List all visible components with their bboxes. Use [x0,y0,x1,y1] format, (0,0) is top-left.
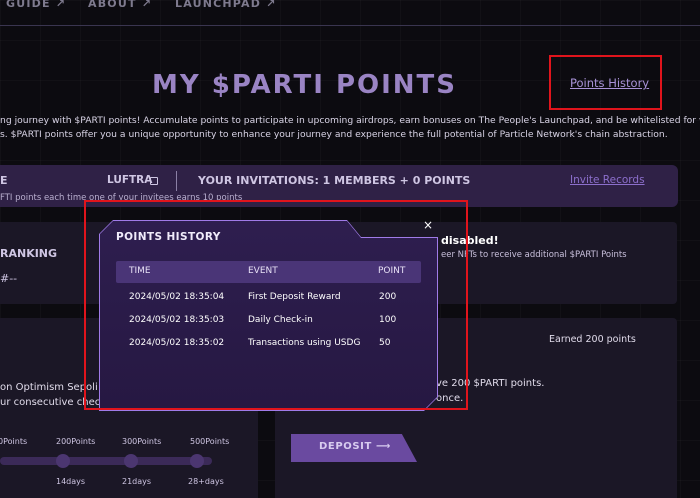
milestone-days: 21days [122,477,152,486]
invite-code: LUFTRA [107,174,153,186]
highlight-box-modal [84,200,468,410]
checkin-progress-track [0,457,212,465]
page-title: MY $PARTI POINTS [152,70,457,100]
intro-line-1: ng journey with $PARTI points! Accumulat… [0,115,700,126]
copy-icon[interactable] [150,177,158,185]
invitations-summary: YOUR INVITATIONS: 1 MEMBERS + 0 POINTS [198,174,471,187]
divider [176,171,177,191]
milestone-points: 300Points [122,437,162,446]
milestone-points: 500Points [190,437,230,446]
milestone-points: 0Points [0,437,28,446]
milestone-dot [190,454,204,468]
top-navigation: GUIDE ↗ ABOUT ↗ LAUNCHPAD ↗ [0,0,700,26]
intro-line-2: s. $PARTI points offer you a unique oppo… [0,129,668,140]
points-history-link[interactable]: Points History [570,76,649,90]
nav-guide[interactable]: GUIDE ↗ [6,0,66,10]
nav-about[interactable]: ABOUT ↗ [88,0,152,10]
nft-status-subtitle: eer NFTs to receive additional $PARTI Po… [441,250,627,260]
milestone-points: 200Points [56,437,96,446]
milestone-dot [124,454,138,468]
milestone-days: 14days [56,477,86,486]
invite-label: E [0,174,8,187]
ranking-value: #-- [0,272,18,285]
intro-text: ng journey with $PARTI points! Accumulat… [0,114,700,142]
nav-launchpad[interactable]: LAUNCHPAD ↗ [175,0,277,10]
milestone-days: 28+days [188,477,224,486]
ranking-title: RANKING [0,247,58,260]
deposit-button[interactable]: DEPOSIT ⟶ [291,434,417,462]
earned-points: Earned 200 points [549,334,636,345]
milestone-dot [56,454,70,468]
deposit-button-label: DEPOSIT ⟶ [319,441,391,452]
invite-records-link[interactable]: Invite Records [570,174,645,186]
